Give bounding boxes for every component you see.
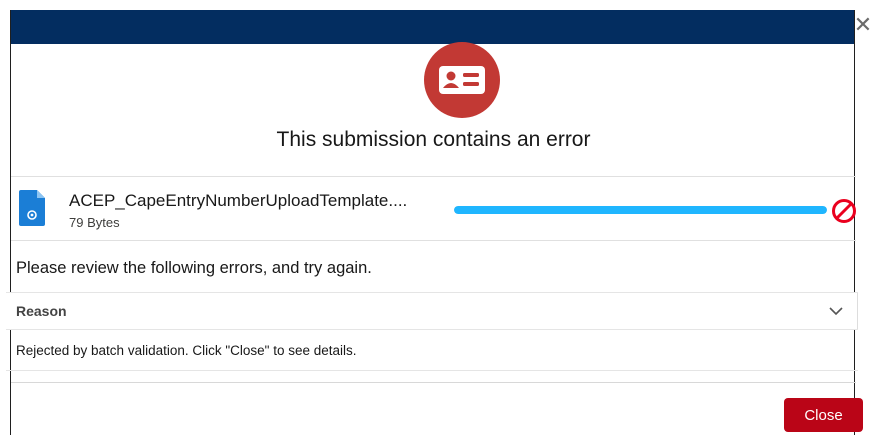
- divider: [11, 240, 856, 241]
- error-modal: This submission contains an error ACEP_C…: [6, 10, 858, 435]
- modal-footer: [11, 382, 856, 425]
- ban-icon: [832, 199, 856, 223]
- divider: [11, 176, 856, 177]
- file-icon: [19, 190, 45, 226]
- error-instructions: Please review the following errors, and …: [16, 259, 372, 277]
- file-name: ACEP_CapeEntryNumberUploadTemplate....: [69, 191, 408, 210]
- close-button[interactable]: Close: [784, 398, 863, 432]
- column-divider: [857, 293, 858, 329]
- close-x-icon[interactable]: ✕: [854, 12, 871, 38]
- reason-header-label: Reason: [16, 303, 67, 319]
- upload-progress-bar: [454, 206, 827, 214]
- reason-cell: Rejected by batch validation. Click "Clo…: [16, 343, 357, 358]
- upload-progress-fill: [454, 206, 827, 214]
- modal-title: This submission contains an error: [276, 128, 591, 151]
- chevron-down-icon[interactable]: [826, 301, 846, 321]
- modal-header-bar: [11, 10, 854, 44]
- table-row: Rejected by batch validation. Click "Clo…: [6, 331, 858, 371]
- file-size: 79 Bytes: [69, 215, 120, 230]
- reason-column-header[interactable]: Reason: [6, 292, 858, 330]
- contact-card-icon: [424, 42, 500, 118]
